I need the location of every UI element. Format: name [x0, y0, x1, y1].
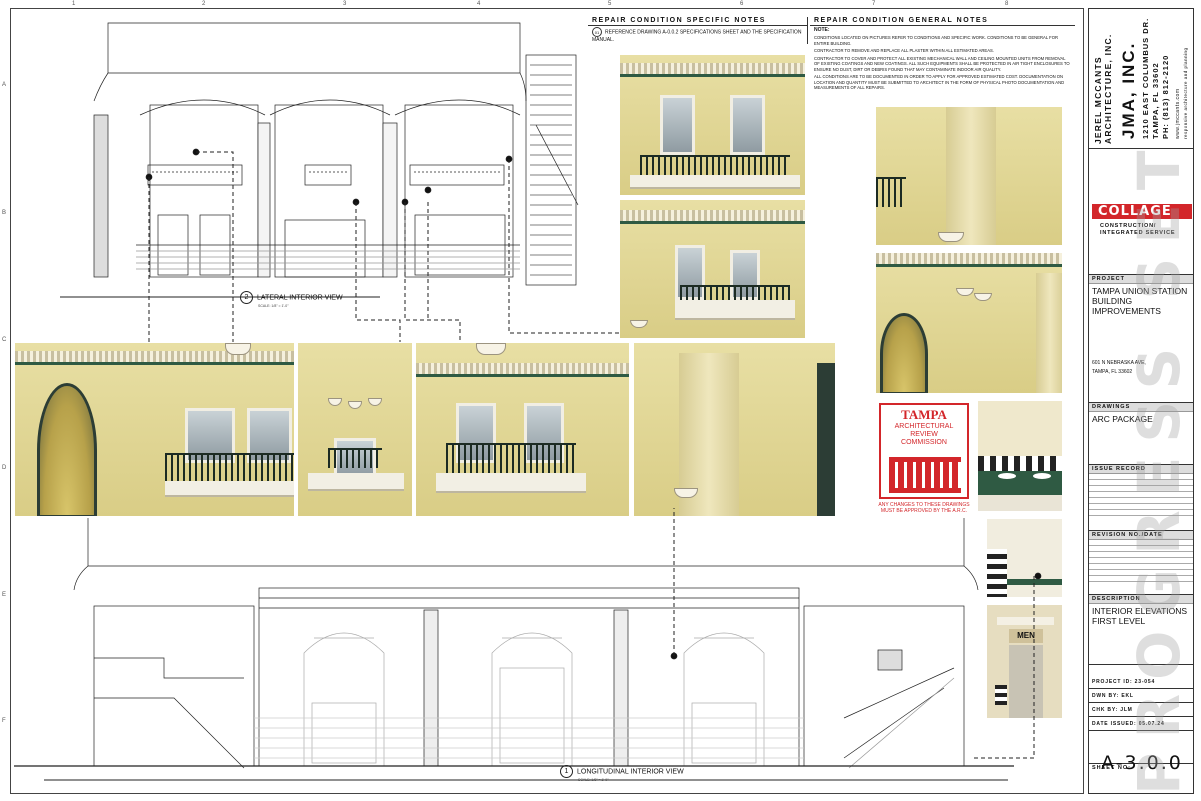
photo-restroom-sinks — [977, 400, 1063, 512]
restroom-sign: MEN — [1009, 629, 1043, 643]
firm-tagline: responsive architecture and planning — [1183, 47, 1188, 139]
arc-approval-seal: TAMPA ARCHITECTURAL REVIEW COMMISSION AN… — [876, 400, 972, 517]
photo-balcony-upper — [619, 54, 806, 196]
lateral-view-label: 2 LATERAL INTERIOR VIEW SCALE: 1/8" = 1'-… — [240, 291, 343, 308]
specific-notes: REPAIR CONDITION SPECIFIC NOTES 01 REFERE… — [588, 17, 808, 44]
general-note-1: CONDITIONS LOCATED ON PICTURES REFER TO … — [814, 35, 1058, 46]
arc-seal-line-1: ARCHITECTURAL — [894, 423, 954, 430]
firm-name: JMA, INC. — [1119, 41, 1138, 139]
grid-col-1: 1 — [72, 1, 76, 7]
arc-seal-line-3: COMMISSION — [901, 439, 947, 446]
photo-balcony-center — [415, 342, 630, 517]
general-note-2: CONTRACTOR TO REMOVE AND REPLACE ALL PLA… — [814, 48, 994, 53]
photo-chandelier-window — [297, 342, 413, 517]
longitudinal-view-scale: SCALE: 1/8" = 1'-0" — [578, 778, 609, 782]
grid-row-e: E — [2, 592, 7, 598]
general-note-4: ALL CONDITIONS ARE TO BE DOCUMENTED IN O… — [814, 74, 1065, 90]
grid-row-f: F — [2, 718, 6, 724]
longitudinal-view-number: 1 — [560, 765, 573, 778]
firm-address-2: TAMPA, FL 33602 — [1151, 62, 1160, 139]
firm-address-1: 1210 EAST COLUMBUS DR. — [1141, 17, 1150, 139]
progress-set-watermark: PROGRESS SET — [1125, 136, 1193, 795]
longitudinal-view-title: LONGITUDINAL INTERIOR VIEW — [577, 768, 684, 776]
longitudinal-view-label: 1 LONGITUDINAL INTERIOR VIEW SCALE: 1/8" … — [560, 765, 684, 782]
specific-notes-title: REPAIR CONDITION SPECIFIC NOTES — [588, 17, 807, 26]
general-notes-title: REPAIR CONDITION GENERAL NOTES — [810, 17, 1075, 26]
lateral-view-number: 2 — [240, 291, 253, 304]
grid-row-d: D — [2, 465, 7, 471]
specific-note-text: REFERENCE DRAWING A-0.0.2 SPECIFICATIONS… — [592, 29, 802, 43]
baluster-graphic — [889, 457, 961, 493]
general-note-3: CONTRACTOR TO COVER AND PROTECT ALL EXIS… — [814, 55, 1070, 72]
grid-col-4: 4 — [477, 1, 481, 7]
grid-row-b: B — [2, 210, 7, 216]
longitudinal-elevation-drawing — [14, 508, 1042, 781]
photo-column-lamp — [875, 106, 1063, 246]
grid-col-5: 5 — [608, 1, 612, 7]
architect-stamp: JEREL MCCANTS ARCHITECTURE, INC. JMA, IN… — [1089, 9, 1193, 149]
photo-chandelier — [875, 252, 1063, 394]
note-tag: 01 — [592, 27, 602, 37]
photo-balcony-lower — [619, 199, 806, 339]
lateral-view-scale: SCALE: 1/8" = 1'-0" — [258, 304, 289, 308]
photo-pilaster-lamp — [633, 342, 836, 517]
grid-row-c: C — [2, 337, 7, 343]
lateral-view-title: LATERAL INTERIOR VIEW — [257, 294, 343, 302]
arc-seal-card: TAMPA ARCHITECTURAL REVIEW COMMISSION — [879, 403, 969, 499]
grid-col-7: 7 — [872, 1, 876, 7]
specific-note-item: 01 REFERENCE DRAWING A-0.0.2 SPECIFICATIO… — [588, 26, 807, 44]
firm-website: www.jmccants.com — [1175, 88, 1181, 139]
arc-seal-line-2: REVIEW — [910, 431, 938, 438]
general-notes: REPAIR CONDITION GENERAL NOTES NOTE: CON… — [810, 17, 1075, 92]
general-notes-label: NOTE: — [814, 27, 830, 33]
firm-phone: PH: (813) 812-2120 — [1161, 54, 1170, 139]
grid-col-2: 2 — [202, 1, 206, 7]
arc-warning: ANY CHANGES TO THESE DRAWINGS MUST BE AP… — [878, 502, 970, 514]
grid-col-6: 6 — [740, 1, 744, 7]
photo-hall-stained-glass — [14, 342, 295, 517]
grid-row-a: A — [2, 82, 7, 88]
grid-col-8: 8 — [1005, 1, 1009, 7]
arc-seal-title: TAMPA — [901, 407, 947, 422]
architect-name: JEREL MCCANTS ARCHITECTURE, INC. — [1093, 33, 1113, 144]
drawing-sheet: 1 2 3 4 5 6 7 8 A B C D E F 2 LATERAL IN… — [0, 0, 1201, 801]
lateral-elevation-drawing — [60, 22, 621, 460]
grid-col-3: 3 — [343, 1, 347, 7]
